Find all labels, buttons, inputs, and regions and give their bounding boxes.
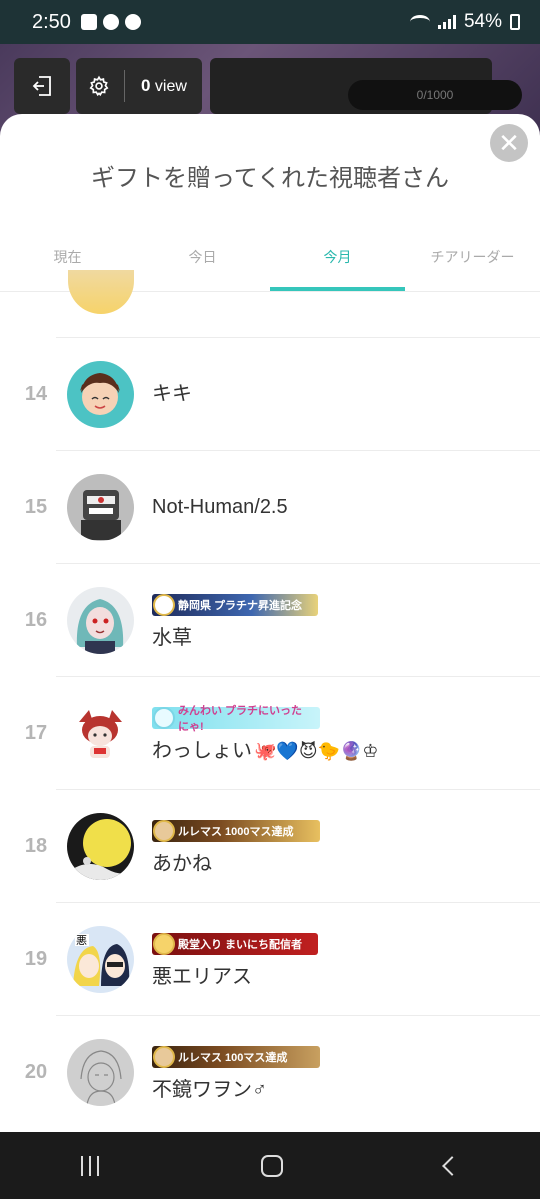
system-nav-bar (0, 1132, 540, 1199)
tab-today[interactable]: 今日 (135, 240, 270, 291)
tab-cheerleader[interactable]: チアリーダー (405, 240, 540, 291)
rank-number: 18 (24, 835, 48, 857)
signal-icon (437, 15, 456, 29)
rank-number: 15 (24, 496, 48, 518)
tab-this-month[interactable]: 今月 (270, 240, 405, 291)
list-item[interactable]: 18 ルレマス 1000マス達成 あかね (0, 790, 540, 903)
list-item[interactable]: 15 Not-Human/2.5 (0, 451, 540, 564)
wifi-icon (409, 15, 430, 29)
list-item[interactable]: 17 みんわい プラチにいったにゃ! わっしょい 🐙💙😈🐤🔮♔ (0, 677, 540, 790)
do-not-disturb-icon (124, 14, 141, 30)
recent-apps-icon[interactable] (81, 1155, 99, 1176)
sheet-title: ギフトを贈ってくれた視聴者さん (90, 165, 450, 192)
avatar (67, 587, 134, 654)
avatar (67, 1039, 134, 1106)
notification-icons (80, 14, 141, 30)
avatar (67, 813, 134, 880)
viewer-name: 悪エリアス (152, 966, 252, 988)
badge: 殿堂入り まいにち配信者 (152, 933, 318, 955)
status-time: 2:50 (32, 10, 71, 33)
rank-number: 14 (24, 383, 48, 405)
list-item[interactable]: 19 悪 殿堂入り まいにち配信者 悪エリアス (0, 903, 540, 1016)
rank-number: 20 (24, 1061, 48, 1083)
rank-number: 16 (24, 609, 48, 631)
gallery-icon (80, 14, 97, 30)
exit-icon (32, 76, 51, 96)
badge-icon (153, 594, 175, 616)
rank-number: 19 (24, 948, 48, 970)
crown-icon (153, 933, 175, 955)
record-icon (102, 14, 119, 30)
battery-percent: 54% (463, 11, 502, 32)
rank-number: 17 (24, 722, 48, 744)
view-count: 0 view (141, 76, 187, 95)
status-right: 54% (409, 11, 520, 33)
gift-viewers-sheet: ギフトを贈ってくれた視聴者さん ✕ 現在 今日 今月 チアリーダー 14 キキ … (0, 114, 540, 1132)
close-button[interactable]: ✕ (490, 124, 528, 162)
viewer-name: 不鏡ワヲン♂ (152, 1079, 267, 1101)
badge: 静岡県 プラチナ昇進記念 (152, 594, 318, 616)
list-item[interactable]: 20 ルレマス 100マス達成 不鏡ワヲン♂ (0, 1016, 540, 1129)
name-emojis: 🐙💙😈🐤🔮♔ (254, 741, 379, 761)
svg-text:悪: 悪 (76, 934, 87, 947)
badge-icon (153, 1046, 175, 1068)
back-icon[interactable] (442, 1155, 462, 1176)
avatar (68, 270, 134, 314)
list-item[interactable]: 16 静岡県 プラチナ昇進記念 水草 (0, 564, 540, 677)
badge: ルレマス 100マス達成 (152, 1046, 320, 1068)
viewer-name: あかね (152, 853, 212, 875)
gear-icon (89, 75, 109, 97)
viewer-name: キキ (152, 383, 192, 405)
viewer-name: Not-Human/2.5 (152, 496, 288, 518)
settings-view-button[interactable]: 0 view (76, 58, 202, 114)
badge: みんわい プラチにいったにゃ! (152, 705, 320, 733)
battery-icon (510, 14, 520, 30)
exit-button[interactable] (14, 58, 70, 114)
avatar (67, 361, 134, 428)
list-item[interactable]: 14 キキ (0, 338, 540, 451)
badge-icon (153, 820, 175, 842)
avatar (67, 700, 134, 767)
status-bar: 2:50 54% (0, 0, 540, 44)
list-item-partial (56, 270, 540, 338)
avatar (67, 474, 134, 541)
divider (124, 70, 125, 102)
badge: ルレマス 1000マス達成 (152, 820, 320, 842)
badge-icon (153, 707, 175, 729)
viewer-name: 水草 (152, 627, 192, 649)
viewer-name: わっしょい 🐙💙😈🐤🔮♔ (152, 740, 379, 762)
avatar: 悪 (67, 926, 134, 993)
home-icon[interactable] (261, 1154, 283, 1177)
progress-text: 0/1000 (348, 80, 522, 110)
